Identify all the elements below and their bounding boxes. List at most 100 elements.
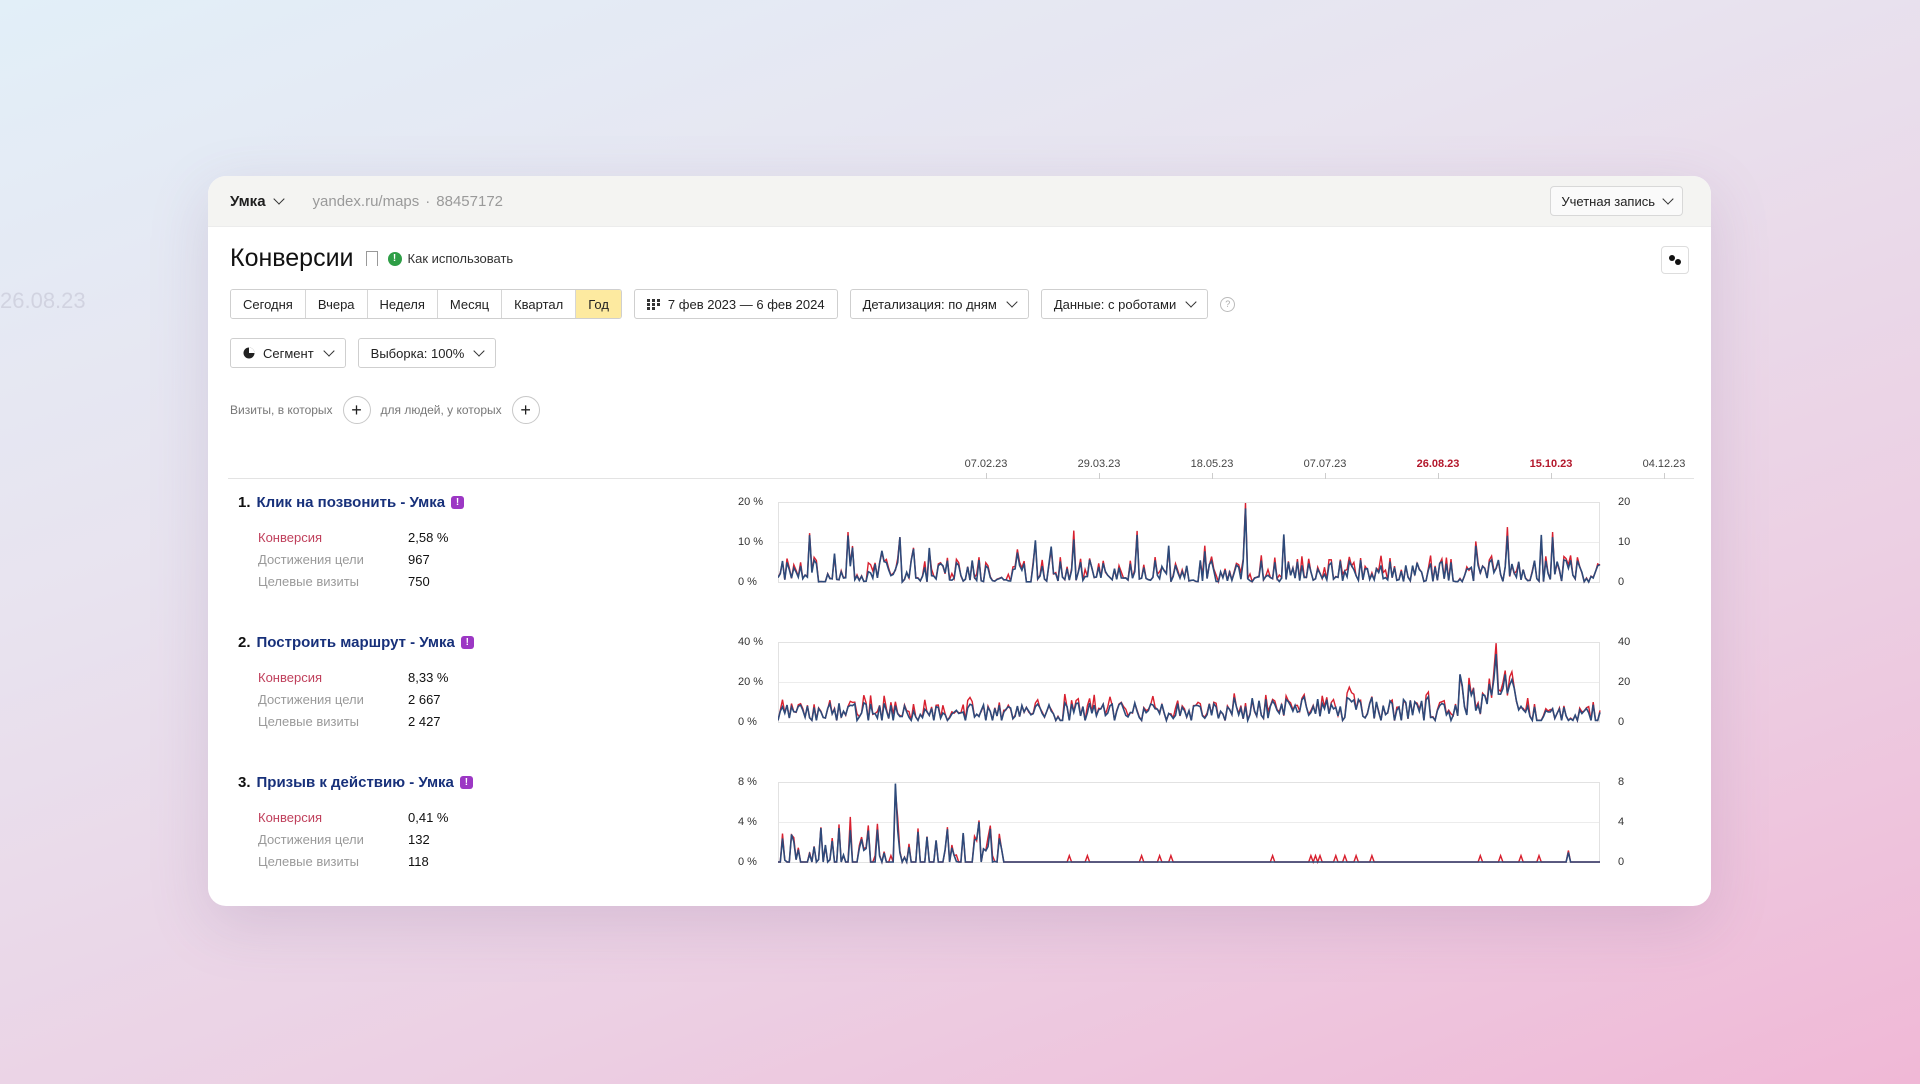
metric-value: 8,33 % (408, 670, 449, 685)
how-to-use-link[interactable]: ! Как использовать (387, 251, 513, 266)
warning-icon[interactable]: ! (460, 636, 474, 649)
period-tab[interactable]: Месяц (437, 290, 503, 318)
goal-block: 2. Построить маршрут - Умка! Конверсия 8,33… (238, 634, 698, 729)
sample-label: Выборка: 100% (370, 345, 465, 361)
goal-title-link[interactable]: Призыв к действию - Умка (257, 774, 454, 791)
metric-label: Достижения цели (258, 692, 364, 707)
metric-label: Конверсия (258, 530, 323, 545)
date-axis-tick (1438, 473, 1439, 479)
account-button[interactable]: Учетная запись (1550, 186, 1683, 216)
visits-filter-label: Визиты, в которых (230, 403, 333, 417)
goal-title-link[interactable]: Построить маршрут - Умка (257, 634, 455, 651)
title-row: Конверсии ! Как использовать (230, 244, 513, 273)
metric-row: Целевые визиты 2 427 (258, 714, 698, 729)
series-line-visits (778, 653, 1601, 724)
period-tabs: Сегодня Вчера Неделя Месяц Квартал Год (230, 289, 622, 319)
add-people-condition-button[interactable]: + (511, 396, 540, 424)
period-tab[interactable]: Вчера (305, 290, 368, 318)
warning-icon[interactable]: ! (459, 776, 473, 789)
detail-label: Детализация: по дням (862, 296, 997, 312)
goal-sparkline (778, 782, 1600, 865)
data-mode-label: Данные: с роботами (1053, 296, 1177, 312)
metric-value: 132 (408, 832, 430, 847)
site-name: Умка (230, 192, 266, 210)
date-axis-label: 29.03.23 (1077, 458, 1121, 470)
sample-dropdown[interactable]: Выборка: 100% (357, 338, 497, 368)
metric-row: Конверсия 2,58 % (258, 530, 698, 545)
period-tab[interactable]: Год (576, 290, 621, 318)
metric-row: Целевые визиты 118 (258, 854, 698, 869)
y-axis-left-label: 20 % (738, 496, 764, 508)
date-axis-label: 26.08.23 (1416, 458, 1460, 470)
series-line-conversion (778, 790, 1600, 865)
y-axis-left-label: 20 % (738, 676, 764, 688)
y-axis-right-label: 8 (1618, 776, 1625, 788)
add-visit-condition-button[interactable]: + (342, 396, 371, 424)
segment-row: Сегмент Выборка: 100% (230, 338, 497, 368)
period-tab[interactable]: Квартал (502, 290, 577, 318)
filter-row: Визиты, в которых + для людей, у которых… (230, 396, 540, 424)
help-icon[interactable]: ? (1220, 296, 1236, 312)
goal-sparkline (778, 502, 1601, 585)
chart-toggle-button[interactable] (1661, 246, 1689, 274)
bookmark-icon[interactable] (365, 251, 378, 266)
top-bar: Умка yandex.ru/maps · 88457172 Учетная з… (208, 176, 1711, 227)
chevron-down-icon (473, 345, 485, 357)
info-icon: ! (387, 251, 402, 266)
metric-row: Конверсия 0,41 % (258, 810, 698, 825)
y-axis-right-label: 20 (1618, 676, 1631, 688)
y-axis-left-label: 0 % (738, 856, 757, 868)
y-axis-right-label: 4 (1618, 816, 1625, 828)
segment-pie-icon (243, 347, 255, 359)
goal-block: 3. Призыв к действию - Умка! Конверсия 0,41… (238, 774, 698, 869)
goal-chart: 20 % 10 % 0 % 20 10 0 (738, 496, 1638, 596)
controls-row: Сегодня Вчера Неделя Месяц Квартал Год 7 фев … (230, 289, 1236, 319)
warning-icon[interactable]: ! (451, 496, 465, 509)
period-tab[interactable]: Сегодня (231, 290, 306, 318)
goal-chart: 8 % 4 % 0 % 8 4 0 (738, 776, 1638, 876)
metric-label: Достижения цели (258, 832, 364, 847)
y-axis-right-label: 40 (1618, 636, 1631, 648)
counter-info: yandex.ru/maps · 88457172 (313, 193, 503, 210)
metric-row: Целевые визиты 750 (258, 574, 698, 589)
chevron-down-icon (1662, 193, 1674, 205)
metric-value: 967 (408, 552, 430, 567)
metric-label: Целевые визиты (258, 714, 360, 729)
chevron-down-icon (272, 193, 285, 205)
date-axis: 07.02.23 29.03.23 18.05.23 07.07.23 26.08.23… (228, 448, 1694, 479)
y-axis-left-label: 0 % (738, 576, 757, 588)
data-mode-dropdown[interactable]: Данные: с роботами (1040, 289, 1209, 319)
date-axis-tick (1099, 473, 1100, 479)
y-axis-left-label: 8 % (738, 776, 757, 788)
y-axis-right-label: 0 (1618, 856, 1625, 868)
goal-header: 2. Построить маршрут - Умка! (238, 634, 698, 651)
metric-row: Достижения цели 132 (258, 832, 698, 847)
goal-sparkline (778, 642, 1601, 724)
segment-label: Сегмент (263, 345, 314, 361)
detail-dropdown[interactable]: Детализация: по дням (849, 289, 1029, 319)
y-axis-right-label: 0 (1618, 576, 1625, 588)
site-selector[interactable]: Умка (230, 192, 285, 210)
y-axis-right-label: 0 (1618, 716, 1625, 728)
date-axis-label: 07.07.23 (1303, 458, 1347, 470)
date-axis-tick (1212, 473, 1213, 479)
metric-label: Целевые визиты (258, 574, 360, 589)
background-ghost-label: 26.08.23 (0, 288, 86, 313)
period-tab[interactable]: Неделя (367, 290, 438, 318)
date-axis-label: 15.10.23 (1529, 458, 1573, 470)
date-range-button[interactable]: 7 фев 2023 — 6 фев 2024 (633, 289, 838, 319)
chevron-down-icon (1185, 296, 1197, 308)
y-axis-right-label: 20 (1618, 496, 1631, 508)
y-axis-left-label: 40 % (738, 636, 764, 648)
date-axis-label: 18.05.23 (1190, 458, 1234, 470)
metric-value: 2 667 (408, 692, 441, 707)
goal-title-link[interactable]: Клик на позвонить - Умка (257, 494, 446, 511)
date-axis-label: 07.02.23 (964, 458, 1008, 470)
date-axis-tick (1551, 473, 1552, 479)
people-filter-label: для людей, у которых (380, 403, 502, 417)
segment-dropdown[interactable]: Сегмент (230, 338, 346, 368)
chart-toggle-icon (1669, 255, 1681, 265)
date-axis-tick (1325, 473, 1326, 479)
metric-value: 2,58 % (408, 530, 449, 545)
goal-header: 1. Клик на позвонить - Умка! (238, 494, 698, 511)
